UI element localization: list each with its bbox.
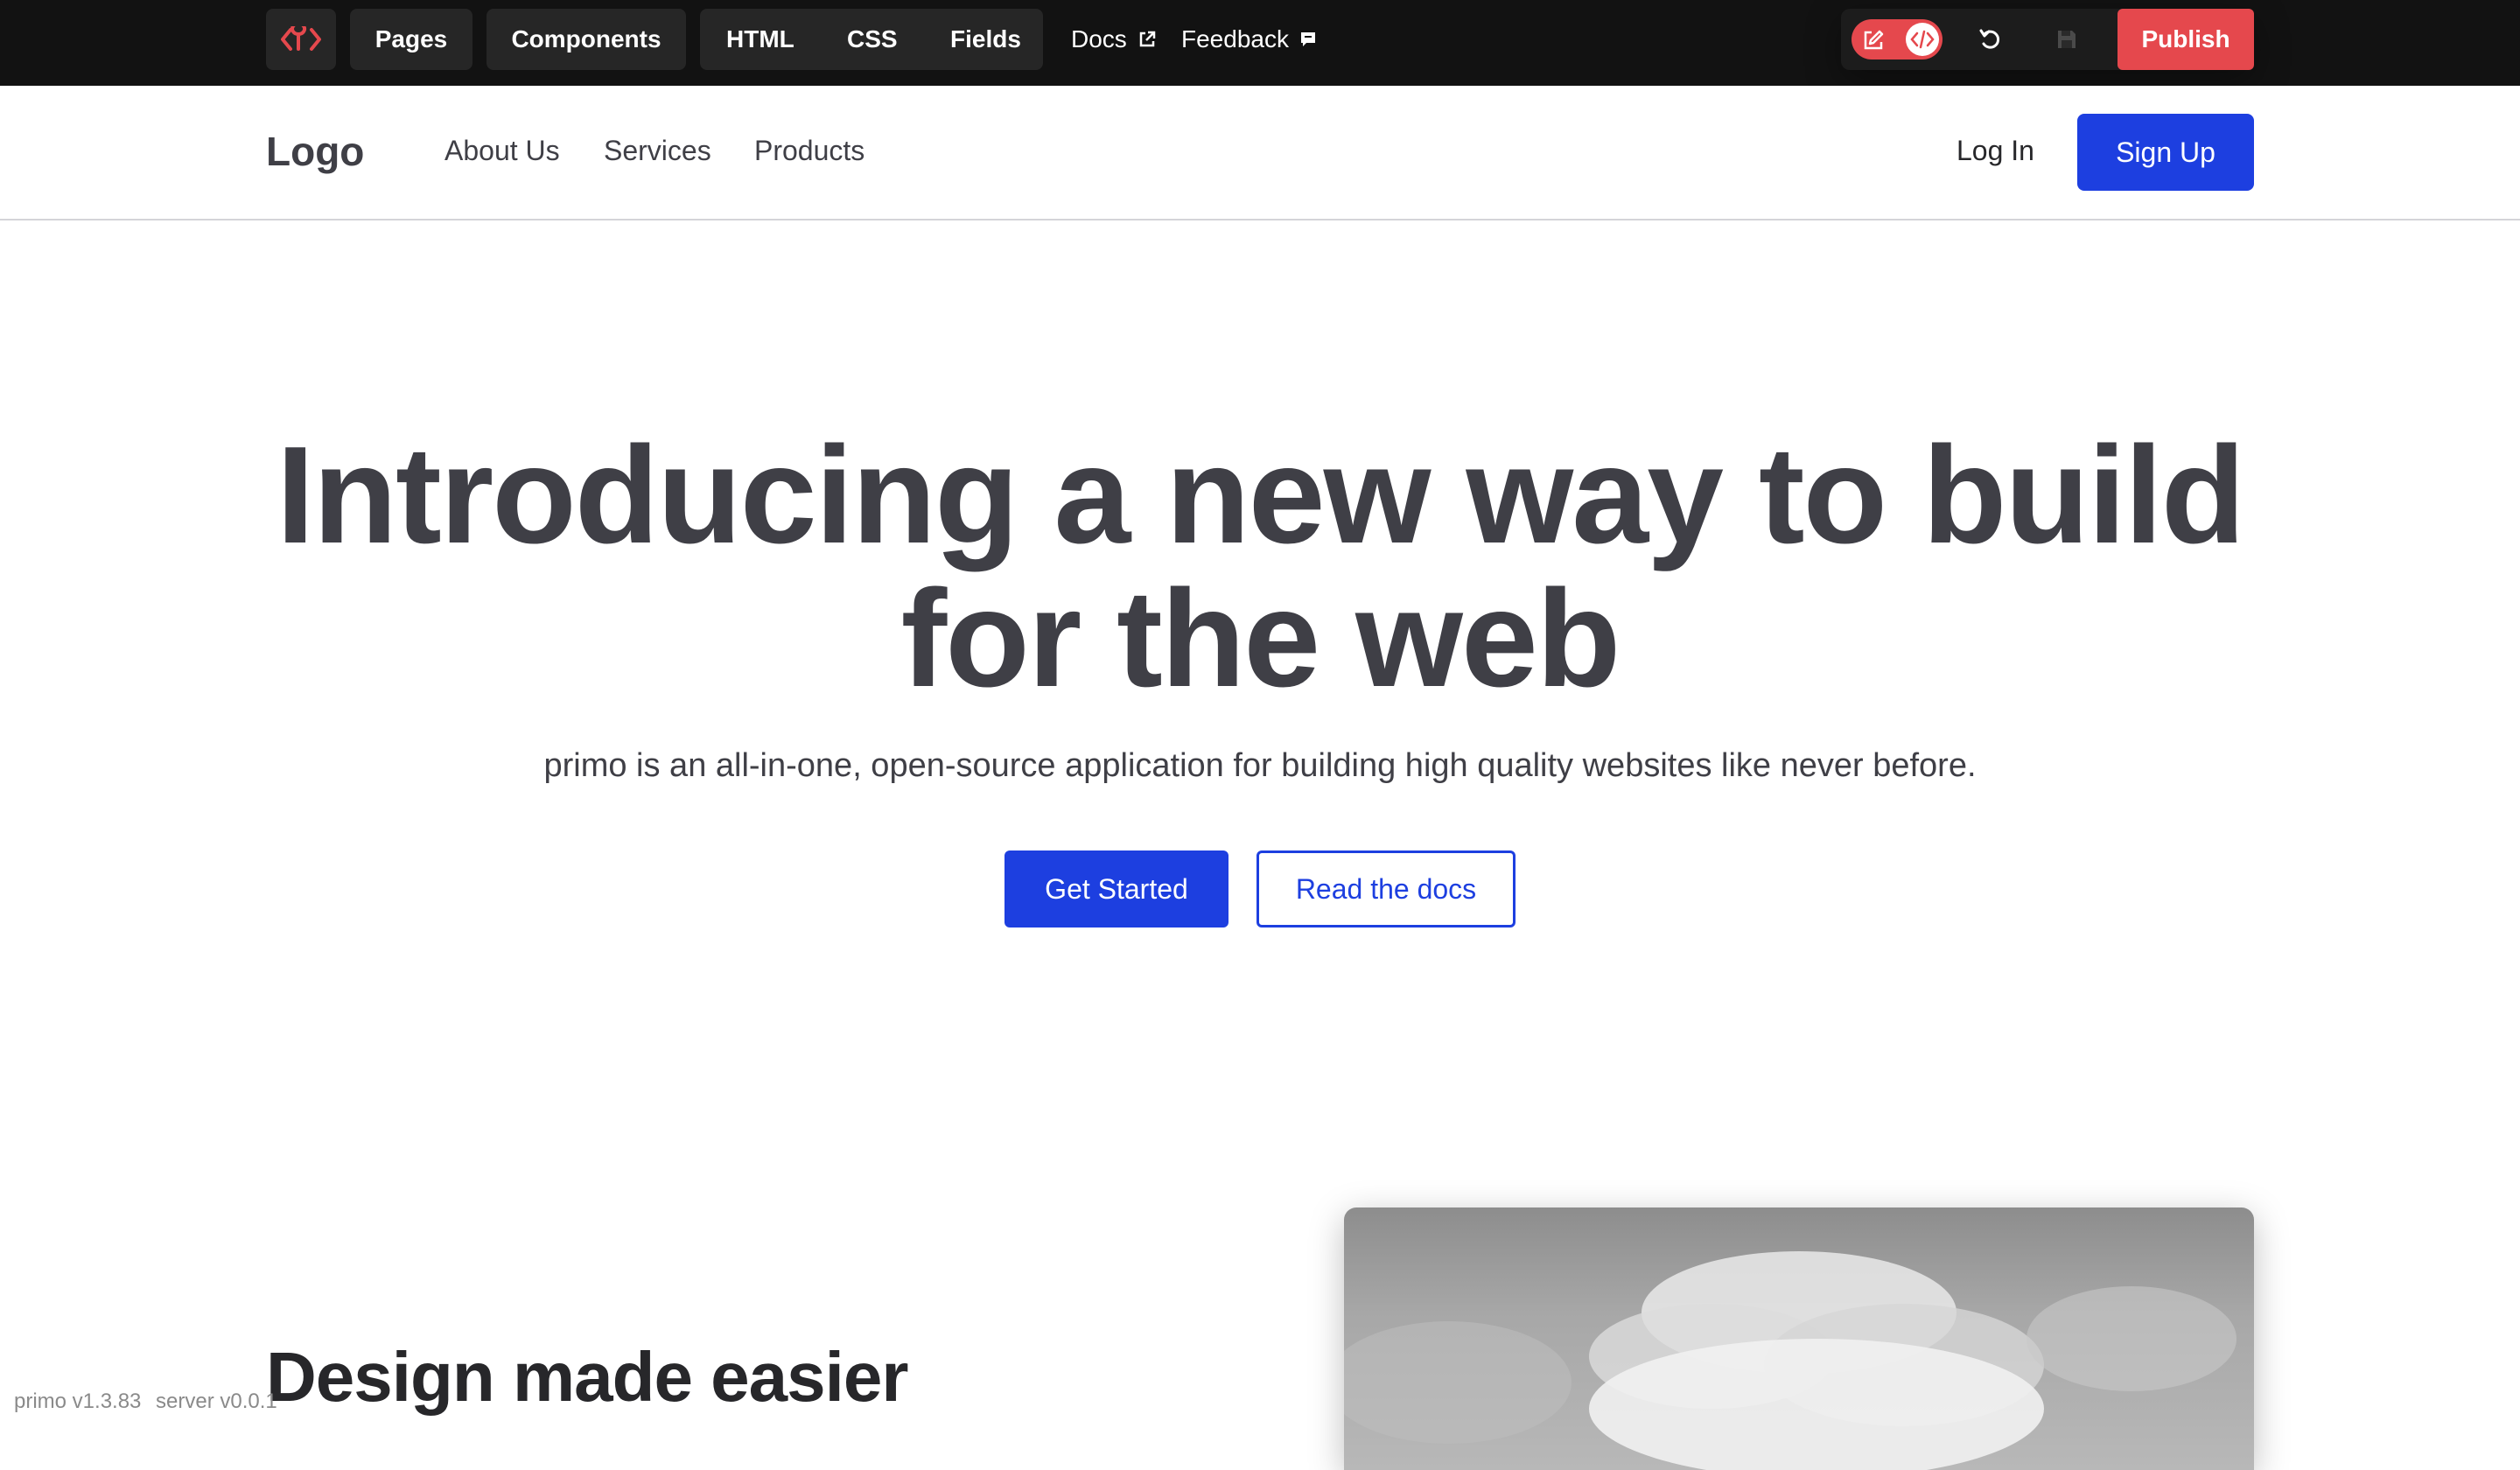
code-icon [1910, 30, 1935, 49]
site-navbar: Logo About Us Services Products Log In S… [0, 86, 2520, 220]
fields-button[interactable]: Fields [950, 9, 1021, 70]
hero-subtitle: primo is an all-in-one, open-source appl… [543, 747, 1977, 784]
undo-icon[interactable] [1978, 26, 2004, 52]
publish-button[interactable]: Publish [2118, 9, 2254, 70]
server-version: server v0.0.1 [156, 1390, 277, 1413]
nav-link-products[interactable]: Products [754, 135, 864, 167]
editor-toolbar: Pages Components HTML CSS Fields Docs Fe… [0, 0, 2520, 86]
chat-bubble-icon [1300, 32, 1315, 46]
toggle-knob [1906, 23, 1939, 56]
hero-title: Introducing a new way to build for the w… [276, 418, 2246, 716]
nav-link-services[interactable]: Services [604, 135, 711, 167]
site-logo[interactable]: Logo [266, 128, 364, 175]
code-tab-group: HTML CSS Fields [700, 9, 1043, 70]
read-docs-button[interactable]: Read the docs [1256, 850, 1516, 928]
signup-button[interactable]: Sign Up [2077, 114, 2254, 191]
feature-title: Design made easier [266, 1338, 908, 1416]
clouds-image [1344, 1251, 2236, 1470]
edit-icon [1864, 30, 1884, 50]
pages-button[interactable]: Pages [350, 9, 472, 70]
html-button[interactable]: HTML [726, 9, 794, 70]
mode-toggle[interactable] [1852, 19, 1942, 60]
components-button[interactable]: Components [486, 9, 686, 70]
primo-logo-button[interactable] [266, 9, 336, 70]
app-version: primo v1.3.83 [14, 1390, 142, 1413]
docs-label: Docs [1071, 25, 1127, 52]
css-button[interactable]: CSS [847, 9, 898, 70]
get-started-button[interactable]: Get Started [1004, 850, 1228, 928]
primo-code-icon [281, 26, 321, 51]
feedback-link[interactable]: Feedback [1181, 9, 1317, 70]
external-link-icon [1139, 31, 1156, 47]
nav-link-about-us[interactable]: About Us [444, 135, 560, 167]
save-icon[interactable] [2054, 27, 2079, 52]
login-link[interactable]: Log In [1956, 135, 2034, 167]
feature-image [1344, 1208, 2254, 1470]
feedback-label: Feedback [1181, 25, 1289, 52]
docs-link[interactable]: Docs [1071, 9, 1157, 70]
